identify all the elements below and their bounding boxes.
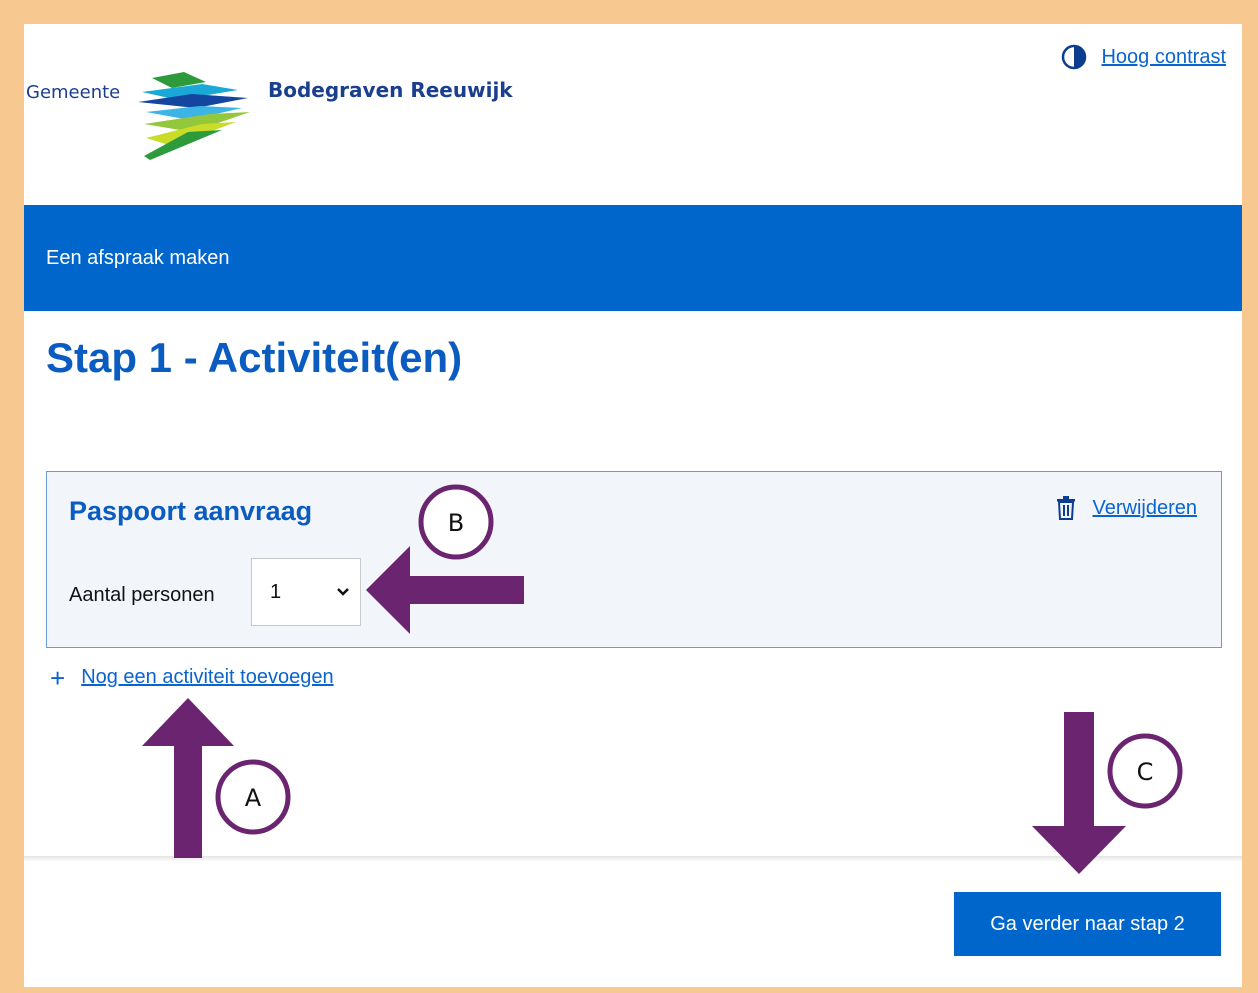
page-frame: Gemeente Bodegraven Reeuwijk Hoog contra…	[24, 24, 1242, 987]
footer-divider	[24, 856, 1242, 862]
chevron-down-icon	[337, 588, 349, 596]
logo-prefix: Gemeente	[26, 82, 121, 103]
persons-select[interactable]: 1	[251, 558, 361, 626]
activity-title: Paspoort aanvraag	[69, 496, 313, 526]
high-contrast-toggle[interactable]: Hoog contrast	[1061, 44, 1226, 70]
trash-icon	[1057, 496, 1076, 520]
header-band: Een afspraak maken	[24, 205, 1242, 311]
next-step-button[interactable]: Ga verder naar stap 2	[954, 892, 1221, 956]
high-contrast-link[interactable]: Hoog contrast	[1101, 46, 1226, 69]
contrast-icon	[1062, 44, 1087, 70]
add-activity-button[interactable]: + Nog een activiteit toevoegen	[50, 662, 334, 693]
plus-icon: +	[50, 662, 66, 693]
add-activity-link[interactable]: Nog een activiteit toevoegen	[81, 666, 333, 689]
remove-activity-link[interactable]: Verwijderen	[1092, 497, 1197, 520]
persons-label: Aantal personen	[69, 584, 215, 606]
logo-name: Bodegraven Reeuwijk	[268, 78, 513, 102]
activity-card: Paspoort aanvraag Verwijderen Aantal per…	[46, 471, 1222, 648]
persons-select-value: 1	[270, 580, 282, 603]
band-title: Een afspraak maken	[46, 247, 230, 269]
remove-activity-button[interactable]: Verwijderen	[1056, 496, 1197, 520]
page-title: Stap 1 - Activiteit(en)	[46, 334, 463, 381]
logo-mark-icon	[138, 72, 250, 160]
